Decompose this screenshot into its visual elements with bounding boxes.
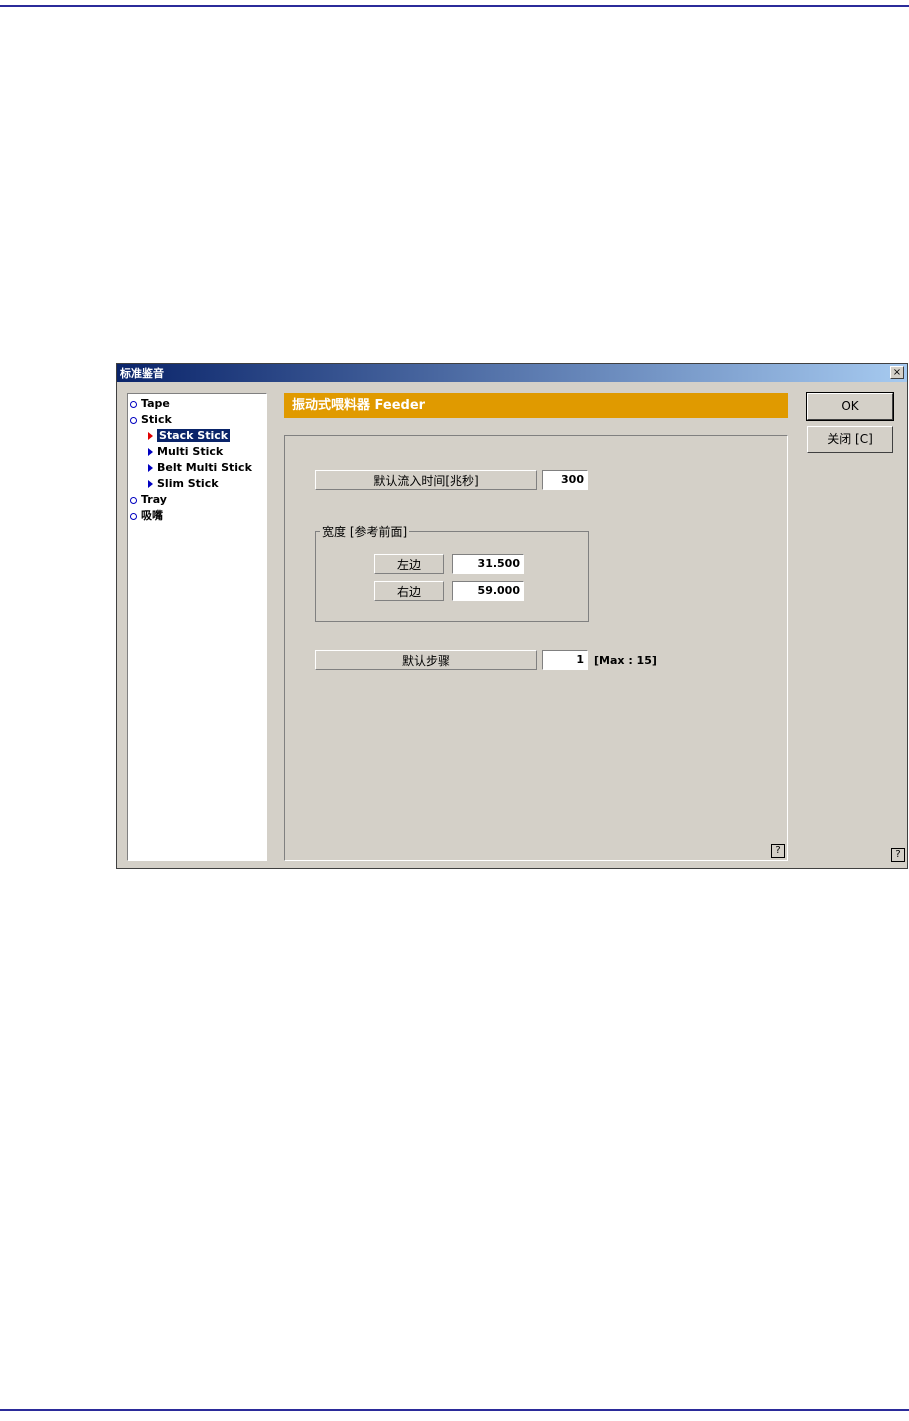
page-top-rule: [0, 5, 909, 7]
width-group-label: 宽度 [参考前面]: [320, 523, 410, 540]
dialog-title: 标准鉴音: [120, 367, 164, 380]
category-tree: Tape Stick Stack Stick Multi Stick Belt …: [127, 393, 267, 861]
tree-item-tape[interactable]: Tape: [130, 396, 170, 411]
left-width-input[interactable]: 31.500: [452, 554, 524, 574]
tree-item-label: Tape: [141, 397, 170, 410]
feeder-settings-panel: 默认流入时间[兆秒] 300 宽度 [参考前面] 左边 31.500 右边 59…: [284, 435, 788, 861]
tree-item-label: Tray: [141, 493, 167, 506]
tree-item-multi-stick[interactable]: Multi Stick: [148, 444, 223, 459]
tree-item-label: 吸嘴: [141, 509, 163, 522]
close-icon[interactable]: ×: [890, 366, 904, 379]
close-button[interactable]: 关闭 [C]: [807, 426, 893, 453]
title-bar[interactable]: 标准鉴音 ×: [117, 364, 907, 382]
tree-item-tray[interactable]: Tray: [130, 492, 167, 507]
tree-item-label: Multi Stick: [157, 445, 224, 458]
circle-bullet-icon: [130, 416, 137, 424]
tree-item-label: Stick: [141, 413, 172, 426]
tree-item-nozzle[interactable]: 吸嘴: [130, 508, 163, 523]
tree-item-stack-stick[interactable]: Stack Stick: [148, 428, 231, 443]
triangle-icon: [148, 480, 153, 488]
feeder-header: 振动式喂料器 Feeder: [284, 393, 788, 418]
dialog-help-icon[interactable]: ?: [891, 848, 905, 862]
triangle-icon: [148, 464, 153, 472]
default-step-input[interactable]: 1: [542, 650, 588, 670]
right-width-input[interactable]: 59.000: [452, 581, 524, 601]
tree-item-slim-stick[interactable]: Slim Stick: [148, 476, 219, 491]
width-groupbox: 宽度 [参考前面] 左边 31.500 右边 59.000: [315, 523, 589, 622]
tree-item-label: Stack Stick: [157, 429, 231, 442]
inflow-time-input[interactable]: 300: [542, 470, 588, 490]
step-max-note: [Max : 15]: [594, 654, 657, 667]
tree-item-label: Slim Stick: [157, 477, 219, 490]
panel-help-icon[interactable]: ?: [771, 844, 785, 858]
circle-bullet-icon: [130, 400, 137, 408]
tree-item-label: Belt Multi Stick: [157, 461, 252, 474]
tree-item-belt-multi-stick[interactable]: Belt Multi Stick: [148, 460, 252, 475]
circle-bullet-icon: [130, 496, 137, 504]
default-step-label: 默认步骤: [315, 650, 537, 670]
page-bottom-rule: [0, 1409, 909, 1411]
dialog-window: 标准鉴音 × Tape Stick Stack Stick Multi Stic…: [116, 363, 908, 869]
inflow-time-label: 默认流入时间[兆秒]: [315, 470, 537, 490]
tree-item-stick[interactable]: Stick: [130, 412, 172, 427]
ok-button[interactable]: OK: [806, 392, 894, 421]
triangle-icon: [148, 448, 153, 456]
circle-bullet-icon: [130, 512, 137, 520]
red-triangle-icon: [148, 432, 153, 440]
right-width-label: 右边: [374, 581, 444, 601]
left-width-label: 左边: [374, 554, 444, 574]
